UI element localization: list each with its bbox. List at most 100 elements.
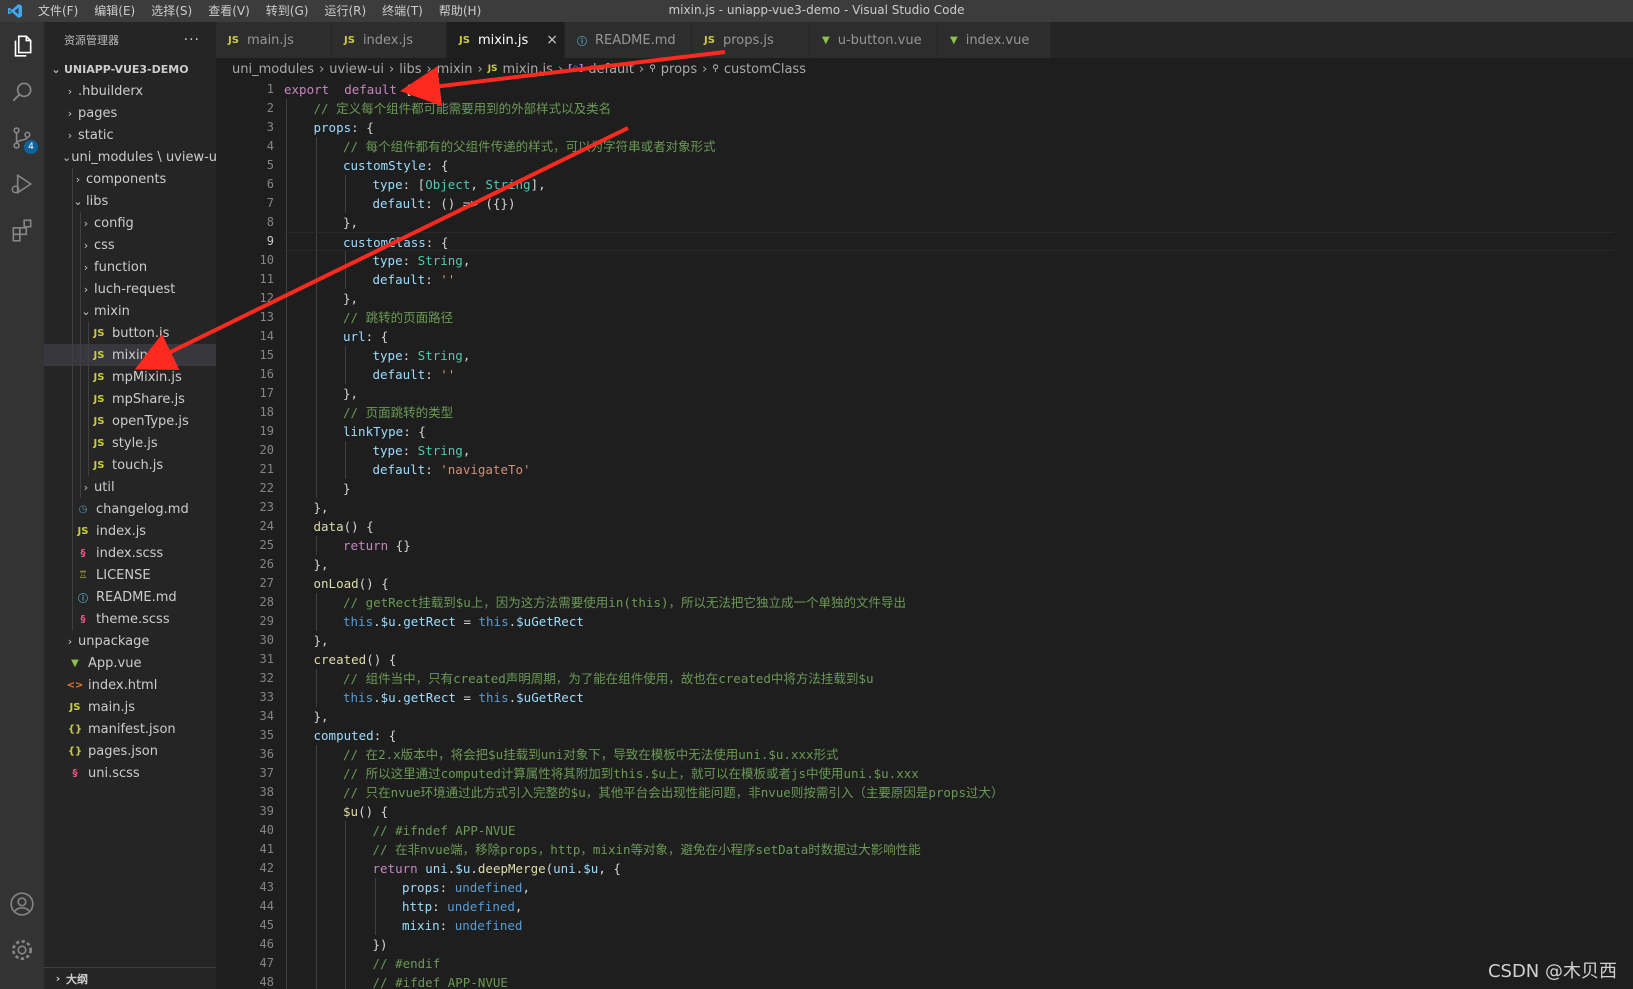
- tree-folder[interactable]: › components: [44, 168, 216, 190]
- menu-item-4[interactable]: 转到(G): [258, 0, 317, 22]
- code-line[interactable]: computed: {: [284, 726, 1614, 745]
- tree-folder[interactable]: › luch-request: [44, 278, 216, 300]
- code-line[interactable]: return uni.$u.deepMerge(uni.$u, {: [284, 859, 1614, 878]
- code-line[interactable]: },: [284, 384, 1614, 403]
- code-line[interactable]: },: [284, 213, 1614, 232]
- code-line[interactable]: type: String,: [284, 251, 1614, 270]
- menu-item-1[interactable]: 编辑(E): [86, 0, 143, 22]
- tab-index-js[interactable]: JS index.js: [332, 22, 447, 58]
- breadcrumb-item[interactable]: mixin.js: [503, 62, 553, 77]
- code-line[interactable]: data() {: [284, 517, 1614, 536]
- code-line[interactable]: // 只在nvue环境通过此方式引入完整的$u，其他平台会出现性能问题，非nvu…: [284, 783, 1614, 802]
- tree-file[interactable]: JS mixin.js: [44, 344, 216, 366]
- breadcrumb-item[interactable]: uview-ui: [329, 62, 384, 77]
- code-line[interactable]: default: '': [284, 270, 1614, 289]
- code-line[interactable]: default: '': [284, 365, 1614, 384]
- tree-file[interactable]: {} manifest.json: [44, 718, 216, 740]
- code-line[interactable]: // 每个组件都有的父组件传递的样式，可以为字符串或者对象形式: [284, 137, 1614, 156]
- code-line[interactable]: },: [284, 289, 1614, 308]
- code-content[interactable]: export default {// 定义每个组件都可能需要用到的外部样式以及类…: [284, 80, 1614, 989]
- tab-index-vue[interactable]: ▼ index.vue: [938, 22, 1051, 58]
- code-line[interactable]: // #ifdef APP-NVUE: [284, 973, 1614, 989]
- code-line[interactable]: // #endif: [284, 954, 1614, 973]
- menu-item-5[interactable]: 运行(R): [316, 0, 374, 22]
- code-line[interactable]: created() {: [284, 650, 1614, 669]
- code-line[interactable]: type: [Object, String],: [284, 175, 1614, 194]
- tree-file[interactable]: JS main.js: [44, 696, 216, 718]
- code-line[interactable]: export default {: [284, 80, 1614, 99]
- code-line[interactable]: }): [284, 935, 1614, 954]
- source-control-icon[interactable]: 4: [0, 116, 44, 160]
- tree-file[interactable]: JS mpMixin.js: [44, 366, 216, 388]
- code-line[interactable]: this.$u.getRect = this.$uGetRect: [284, 612, 1614, 631]
- code-line[interactable]: type: String,: [284, 441, 1614, 460]
- settings-gear-icon[interactable]: [0, 928, 44, 972]
- tree-file[interactable]: JS mpShare.js: [44, 388, 216, 410]
- tree-file[interactable]: § uni.scss: [44, 762, 216, 784]
- menu-item-7[interactable]: 帮助(H): [431, 0, 489, 22]
- code-line[interactable]: }: [284, 479, 1614, 498]
- close-icon[interactable]: ×: [546, 32, 558, 48]
- tree-folder[interactable]: › util: [44, 476, 216, 498]
- code-line[interactable]: onLoad() {: [284, 574, 1614, 593]
- tab-u-button-vue[interactable]: ▼ u-button.vue: [810, 22, 938, 58]
- tree-file[interactable]: <> index.html: [44, 674, 216, 696]
- tree-folder[interactable]: › static: [44, 124, 216, 146]
- more-actions-icon[interactable]: ···: [184, 32, 200, 48]
- run-debug-icon[interactable]: [0, 162, 44, 206]
- search-icon[interactable]: [0, 70, 44, 114]
- tree-folder[interactable]: ⌄ mixin: [44, 300, 216, 322]
- code-line[interactable]: },: [284, 498, 1614, 517]
- breadcrumb-item[interactable]: uni_modules: [232, 62, 314, 77]
- breadcrumb-item[interactable]: libs: [399, 62, 421, 77]
- code-line[interactable]: default: () => ({}): [284, 194, 1614, 213]
- tree-folder[interactable]: › .hbuilderx: [44, 80, 216, 102]
- code-line[interactable]: mixin: undefined: [284, 916, 1614, 935]
- tab-props-js[interactable]: JS props.js: [692, 22, 810, 58]
- code-line[interactable]: url: {: [284, 327, 1614, 346]
- code-line[interactable]: http: undefined,: [284, 897, 1614, 916]
- tree-file[interactable]: JS openType.js: [44, 410, 216, 432]
- tree-file[interactable]: ⓘ README.md: [44, 586, 216, 608]
- tree-folder[interactable]: ⌄ UNIAPP-VUE3-DEMO: [44, 58, 216, 80]
- explorer-icon[interactable]: [0, 24, 44, 68]
- code-line[interactable]: return {}: [284, 536, 1614, 555]
- tree-folder[interactable]: ⌄ uni_modules \ uview-ui: [44, 146, 216, 168]
- code-line[interactable]: // 跳转的页面路径: [284, 308, 1614, 327]
- code-line[interactable]: this.$u.getRect = this.$uGetRect: [284, 688, 1614, 707]
- outline-section[interactable]: › 大纲: [44, 967, 216, 989]
- code-line[interactable]: // 在2.x版本中，将会把$u挂载到uni对象下，导致在模板中无法使用uni.…: [284, 745, 1614, 764]
- tree-file[interactable]: JS button.js: [44, 322, 216, 344]
- code-line[interactable]: props: {: [284, 118, 1614, 137]
- code-line[interactable]: // 页面跳转的类型: [284, 403, 1614, 422]
- tree-folder[interactable]: › css: [44, 234, 216, 256]
- code-editor[interactable]: 1 2 3 4 5 6 7 8 9 10 11 12 13 14 15 16 17 18 19 20 21 22 23 24 2…: [216, 80, 1633, 989]
- code-line[interactable]: // getRect挂载到$u上，因为这方法需要使用in(this)，所以无法把…: [284, 593, 1614, 612]
- breadcrumb-item[interactable]: mixin: [437, 62, 473, 77]
- code-line[interactable]: customClass: {: [284, 232, 1614, 252]
- menu-item-6[interactable]: 终端(T): [374, 0, 431, 22]
- code-line[interactable]: // 所以这里通过computed计算属性将其附加到this.$u上，就可以在模…: [284, 764, 1614, 783]
- tree-file[interactable]: JS touch.js: [44, 454, 216, 476]
- tree-folder[interactable]: › config: [44, 212, 216, 234]
- code-line[interactable]: default: 'navigateTo': [284, 460, 1614, 479]
- tree-file[interactable]: ◷ changelog.md: [44, 498, 216, 520]
- tree-file[interactable]: ▼ App.vue: [44, 652, 216, 674]
- code-line[interactable]: },: [284, 631, 1614, 650]
- tree-file[interactable]: JS index.js: [44, 520, 216, 542]
- tree-file[interactable]: § index.scss: [44, 542, 216, 564]
- tree-file[interactable]: § theme.scss: [44, 608, 216, 630]
- code-line[interactable]: customStyle: {: [284, 156, 1614, 175]
- tree-file[interactable]: JS style.js: [44, 432, 216, 454]
- tree-folder[interactable]: › pages: [44, 102, 216, 124]
- menu-item-0[interactable]: 文件(F): [30, 0, 86, 22]
- menu-item-2[interactable]: 选择(S): [143, 0, 200, 22]
- code-line[interactable]: // 组件当中，只有created声明周期，为了能在组件使用，故也在create…: [284, 669, 1614, 688]
- code-line[interactable]: },: [284, 707, 1614, 726]
- tree-file[interactable]: ♖ LICENSE: [44, 564, 216, 586]
- tree-file[interactable]: {} pages.json: [44, 740, 216, 762]
- code-line[interactable]: props: undefined,: [284, 878, 1614, 897]
- tab-readme-md[interactable]: ⓘ README.md: [565, 22, 692, 58]
- code-line[interactable]: // 定义每个组件都可能需要用到的外部样式以及类名: [284, 99, 1614, 118]
- breadcrumb-item[interactable]: customClass: [724, 62, 806, 77]
